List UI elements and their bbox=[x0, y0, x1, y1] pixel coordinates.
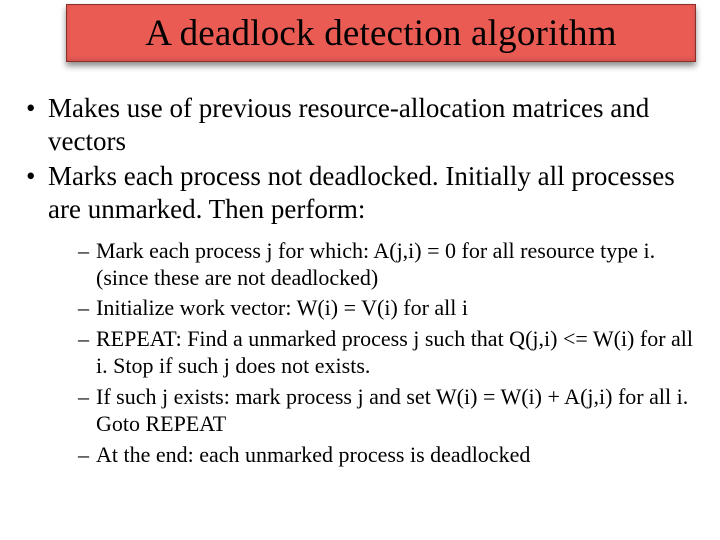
bullet-level2: REPEAT: Find a unmarked process j such t… bbox=[78, 326, 700, 380]
bullet-level2: At the end: each unmarked process is dea… bbox=[78, 442, 700, 469]
bullet-level1: Makes use of previous resource-allocatio… bbox=[24, 92, 700, 158]
sublist: Mark each process j for which: A(j,i) = … bbox=[24, 238, 700, 469]
bullet-level2: If such j exists: mark process j and set… bbox=[78, 384, 700, 438]
bullet-level2: Mark each process j for which: A(j,i) = … bbox=[78, 238, 700, 292]
title-bar: A deadlock detection algorithm bbox=[66, 4, 696, 62]
bullet-level1: Marks each process not deadlocked. Initi… bbox=[24, 160, 700, 226]
bullet-level2: Initialize work vector: W(i) = V(i) for … bbox=[78, 295, 700, 322]
slide-content: Makes use of previous resource-allocatio… bbox=[24, 92, 700, 472]
slide-title: A deadlock detection algorithm bbox=[145, 12, 616, 55]
